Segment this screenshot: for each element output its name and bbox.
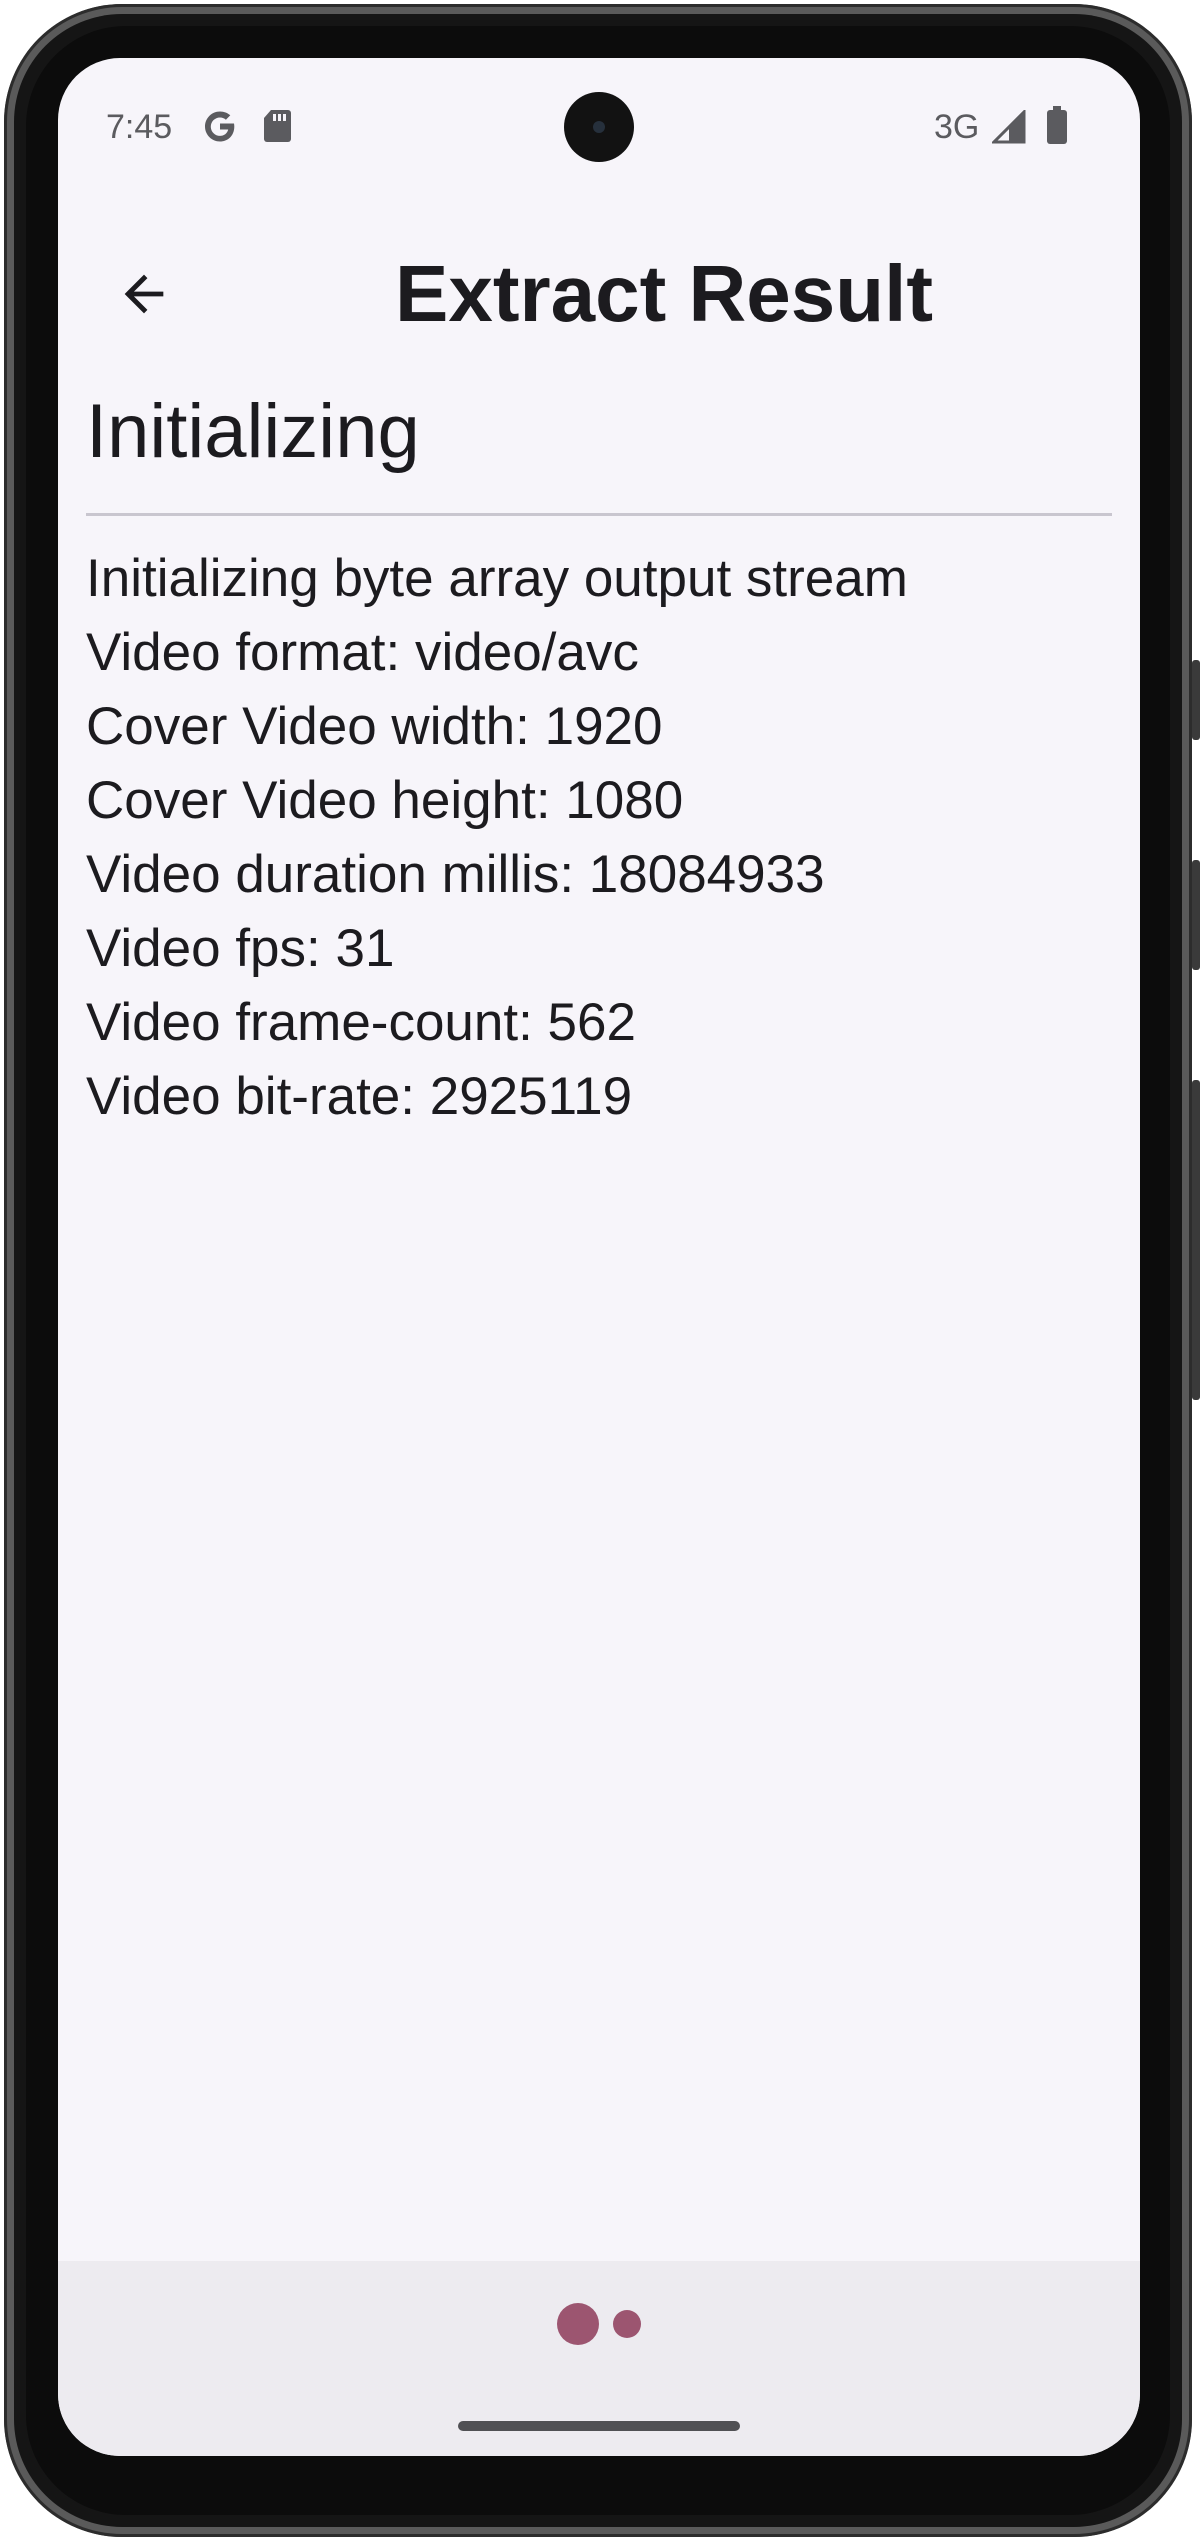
log-line: Video bit-rate: 2925119 [86,1067,633,1126]
network-type: 3G [934,108,980,146]
status-time: 7:45 [106,108,173,146]
log-line: Video duration millis: 18084933 [86,845,825,904]
loading-dot [557,2303,599,2345]
phone-device: 7:45 3G Extract Result Initializing Init… [0,0,1200,2541]
back-button[interactable] [96,246,192,342]
log-line: Video frame-count: 562 [86,993,636,1052]
bottom-bar [58,2261,1140,2456]
log-line: Cover Video height: 1080 [86,771,684,830]
log-list: Initializing byte array output stream Vi… [86,542,1112,1134]
divider [86,513,1112,516]
power-button [1192,1080,1200,1400]
google-icon [205,111,235,142]
loading-indicator [58,2301,1140,2347]
home-indicator[interactable] [458,2421,740,2431]
log-line: Cover Video width: 1920 [86,697,663,756]
log-line: Video fps: 31 [86,919,395,978]
screen: 7:45 3G Extract Result Initializing Init… [58,58,1140,2456]
loading-dot [613,2310,641,2338]
sd-card-icon [264,110,291,142]
signal-icon [992,110,1026,144]
page-title: Extract Result [395,249,933,338]
arrow-back-icon [124,274,164,314]
log-line: Initializing byte array output stream [86,549,908,608]
volume-button [1192,660,1200,740]
log-line: Video format: video/avc [86,623,639,682]
volume-button [1192,860,1200,970]
front-camera [564,92,634,162]
status-heading: Initializing [86,389,420,474]
battery-icon [1047,106,1067,144]
